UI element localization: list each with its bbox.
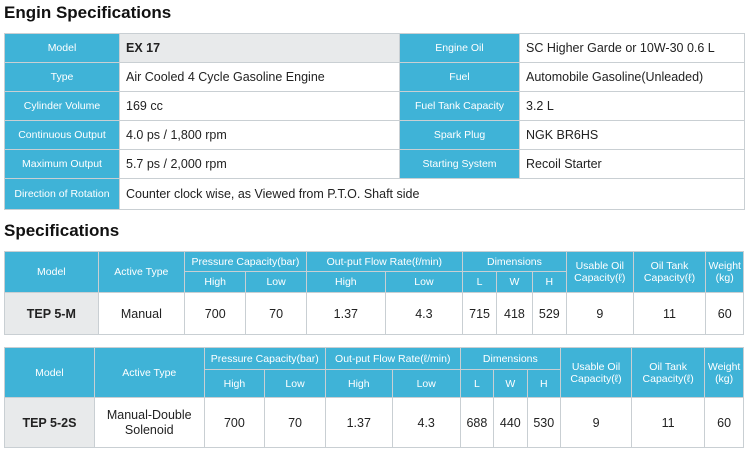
cell-flow-high: 1.37 [324, 397, 393, 448]
header-flow-rate: Out-put Flow Rate(ℓ/min) [324, 347, 461, 370]
cell-dim-h: 530 [526, 397, 562, 448]
label-direction-of-rotation: Direction of Rotation [4, 178, 120, 210]
cell-pressure-high: 700 [184, 292, 247, 335]
header-dim-w: W [493, 369, 528, 398]
label-fuel: Fuel [399, 62, 520, 92]
value-type: Air Cooled 4 Cycle Gasoline Engine [119, 62, 400, 92]
label-spark-plug: Spark Plug [399, 120, 520, 150]
cell-model: TEP 5-M [4, 292, 99, 335]
header-weight: Weight (kg) [705, 251, 744, 293]
header-model: Model [4, 251, 99, 293]
engine-spec-table: Model EX 17 Engine Oil SC Higher Garde o… [4, 33, 745, 210]
cell-pressure-low: 70 [245, 292, 307, 335]
engine-row-type: Type Air Cooled 4 Cycle Gasoline Engine … [4, 62, 745, 92]
cell-dim-h: 529 [531, 292, 568, 335]
table-row: TEP 5-M Manual 700 70 1.37 4.3 715 418 5… [4, 292, 744, 335]
header-usable-oil: Usable Oil Capacity(ℓ) [566, 251, 634, 293]
cell-flow-high: 1.37 [305, 292, 386, 335]
label-cylinder-volume: Cylinder Volume [4, 91, 120, 121]
header-flow-rate: Out-put Flow Rate(ℓ/min) [305, 251, 463, 272]
cell-pressure-low: 70 [264, 397, 326, 448]
spec-table-tep52s: Model Active Type Pressure Capacity(bar)… [4, 347, 744, 448]
cell-dim-w: 440 [493, 397, 528, 448]
header-dim-h: H [526, 369, 562, 398]
header-dim-l: L [461, 271, 498, 293]
cell-weight: 60 [704, 397, 744, 448]
cell-flow-low: 4.3 [391, 397, 461, 448]
label-model: Model [4, 33, 120, 63]
value-starting-system: Recoil Starter [519, 149, 745, 179]
cell-dim-l: 688 [459, 397, 495, 448]
cell-dim-w: 418 [496, 292, 533, 335]
cell-usable-oil: 9 [560, 397, 633, 448]
header-dim-l: L [459, 369, 495, 398]
cell-dim-l: 715 [461, 292, 498, 335]
header-model: Model [4, 347, 95, 398]
header-dim-w: W [496, 271, 533, 293]
spec-table-tep5m: Model Active Type Pressure Capacity(bar)… [4, 251, 744, 335]
value-engine-oil: SC Higher Garde or 10W-30 0.6 L [519, 33, 745, 63]
header-dimensions: Dimensions [459, 347, 562, 370]
header-weight: Weight (kg) [704, 347, 744, 398]
header-pressure-low: Low [264, 369, 326, 398]
cell-flow-low: 4.3 [384, 292, 463, 335]
header-pressure-low: Low [245, 271, 307, 293]
value-cylinder-volume: 169 cc [119, 91, 400, 121]
header-dim-h: H [531, 271, 568, 293]
value-fuel-tank: 3.2 L [519, 91, 745, 121]
label-maximum-output: Maximum Output [4, 149, 120, 179]
header-active-type: Active Type [97, 251, 186, 293]
header-active-type: Active Type [93, 347, 205, 398]
header-usable-oil: Usable Oil Capacity(ℓ) [560, 347, 633, 398]
specifications-title: Specifications [4, 221, 120, 240]
header-pressure-high: High [203, 369, 266, 398]
cell-active-type: Manual [97, 292, 186, 335]
label-starting-system: Starting System [399, 149, 520, 179]
header-flow-high: High [305, 271, 386, 293]
label-continuous-output: Continuous Output [4, 120, 120, 150]
cell-oil-tank: 11 [632, 292, 707, 335]
header-flow-low: Low [384, 271, 463, 293]
header-oil-tank: Oil Tank Capacity(ℓ) [631, 347, 706, 398]
header-pressure-high: High [184, 271, 247, 293]
cell-usable-oil: 9 [566, 292, 634, 335]
engine-row-continuous: Continuous Output 4.0 ps / 1,800 rpm Spa… [4, 120, 745, 150]
header-dimensions: Dimensions [461, 251, 568, 272]
table-row: TEP 5-2S Manual-Double Solenoid 700 70 1… [4, 397, 744, 448]
cell-oil-tank: 11 [631, 397, 706, 448]
value-continuous-output: 4.0 ps / 1,800 rpm [119, 120, 400, 150]
cell-active-type: Manual-Double Solenoid [93, 397, 205, 448]
value-fuel: Automobile Gasoline(Unleaded) [519, 62, 745, 92]
header-oil-tank: Oil Tank Capacity(ℓ) [632, 251, 707, 293]
engine-row-maximum: Maximum Output 5.7 ps / 2,000 rpm Starti… [4, 149, 745, 179]
cell-model: TEP 5-2S [4, 397, 95, 448]
engine-row-model: Model EX 17 Engine Oil SC Higher Garde o… [4, 33, 745, 63]
cell-weight: 60 [705, 292, 744, 335]
header-flow-low: Low [391, 369, 461, 398]
engine-row-cylinder: Cylinder Volume 169 cc Fuel Tank Capacit… [4, 91, 745, 121]
engine-row-rotation: Direction of Rotation Counter clock wise… [4, 178, 745, 210]
header-pressure-capacity: Pressure Capacity(bar) [184, 251, 307, 272]
engine-specifications-title: Engin Specifications [4, 3, 172, 22]
value-maximum-output: 5.7 ps / 2,000 rpm [119, 149, 400, 179]
cell-pressure-high: 700 [203, 397, 266, 448]
value-direction-of-rotation: Counter clock wise, as Viewed from P.T.O… [119, 178, 745, 210]
label-type: Type [4, 62, 120, 92]
header-pressure-capacity: Pressure Capacity(bar) [203, 347, 326, 370]
value-spark-plug: NGK BR6HS [519, 120, 745, 150]
label-engine-oil: Engine Oil [399, 33, 520, 63]
label-fuel-tank: Fuel Tank Capacity [399, 91, 520, 121]
value-model: EX 17 [119, 33, 400, 63]
header-flow-high: High [324, 369, 393, 398]
